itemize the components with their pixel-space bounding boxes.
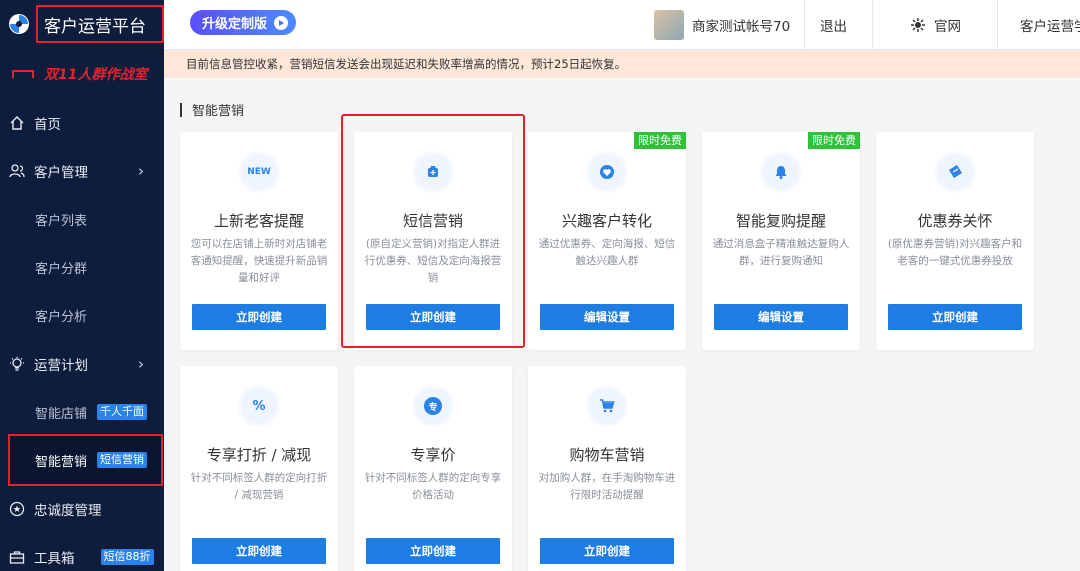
cart-icon [589, 388, 625, 424]
sidebar-item-label: 工具箱 [34, 551, 75, 567]
sidebar-item-customer-list[interactable]: 客户列表 [0, 199, 164, 239]
card-coupon-care: 优惠券关怀 (原优惠券营销)对兴趣客户和老客的一键式优惠券投放 立即创建 [876, 132, 1034, 350]
upgrade-label: 升级定制版 [202, 17, 268, 32]
bell-icon [763, 154, 799, 190]
logout-link[interactable]: 退出 [820, 0, 847, 50]
sidebar-item-label: 客户分析 [35, 309, 88, 325]
upgrade-button[interactable]: 升级定制版 [190, 10, 297, 35]
edit-settings-button[interactable]: 编辑设置 [714, 304, 848, 330]
learning-link[interactable]: 客户运营学 [1020, 0, 1080, 50]
card-exclusive-price: 专 专享价 针对不同标签人群的定向专享价格活动 立即创建 [354, 366, 512, 571]
card-description: 针对不同标签人群的定向专享价格活动 [364, 472, 502, 501]
create-button[interactable]: 立即创建 [888, 304, 1022, 330]
heart-icon [589, 154, 625, 190]
official-site-link[interactable]: 官网 [910, 0, 961, 50]
home-icon [6, 115, 28, 131]
card-description: 针对不同标签人群的定向打折 / 减现营销 [190, 472, 328, 501]
account-menu[interactable]: 商家测试帐号70 [654, 0, 790, 50]
card-interest-conversion: 限时免费 兴趣客户转化 通过优惠券、定向海报、短信触达兴趣人群 编辑设置 [528, 132, 686, 350]
sidebar-item-label: 智能店铺 [35, 406, 88, 422]
site-icon [910, 17, 926, 33]
card-title: 购物车营销 [569, 446, 645, 464]
new-icon: NEW [241, 154, 277, 190]
sidebar-item-smart-store[interactable]: 智能店铺 千人千面 [0, 392, 164, 432]
notice-banner: 目前信息管控收紧，营销短信发送会出现延迟和失败率增高的情况，预计25日起恢复。 [164, 50, 1080, 78]
sidebar-item-label: 客户列表 [35, 213, 88, 229]
star-icon [6, 501, 28, 517]
official-site-label: 官网 [934, 19, 961, 35]
new-icon-text: NEW [247, 167, 271, 177]
account-name: 商家测试帐号70 [692, 19, 791, 35]
promo-decoration [12, 70, 34, 78]
card-description: 通过消息盒子精准触达复购人群，进行复购通知 [712, 238, 850, 267]
card-description: 对加购人群，在手淘购物车进行限时活动提醒 [538, 472, 676, 501]
sidebar-item-label: 智能营销 [35, 454, 88, 470]
sidebar-item-loyalty[interactable]: 忠诚度管理 [0, 489, 164, 529]
sidebar-item-customer-analysis[interactable]: 客户分析 [0, 295, 164, 335]
chevron-right-icon: › [138, 162, 144, 180]
divider [872, 0, 873, 50]
brand-logo-icon [8, 13, 30, 35]
percent-icon-text: % [252, 398, 266, 414]
chevron-right-icon: › [138, 355, 144, 373]
limited-free-tag: 限时免费 [634, 132, 686, 149]
price-tag-icon: 专 [415, 388, 451, 424]
price-tag-icon-text: 专 [424, 397, 442, 415]
divider [804, 0, 805, 50]
highlight-box [341, 114, 525, 348]
promo-banner[interactable]: 双11人群作战室 [0, 48, 164, 100]
badge: 千人千面 [97, 404, 148, 420]
card-title: 优惠券关怀 [917, 212, 993, 230]
card-cart-marketing: 购物车营销 对加购人群，在手淘购物车进行限时活动提醒 立即创建 [528, 366, 686, 571]
sidebar-item-label: 首页 [34, 117, 61, 133]
create-button[interactable]: 立即创建 [540, 538, 674, 564]
brand: 客户运营平台 [0, 0, 164, 48]
sidebar-item-toolbox[interactable]: 工具箱 短信88折 [0, 537, 164, 571]
edit-settings-button[interactable]: 编辑设置 [540, 304, 674, 330]
card-description: 通过优惠券、定向海报、短信触达兴趣人群 [538, 238, 676, 267]
limited-free-tag: 限时免费 [808, 132, 860, 149]
card-title: 专享打折 / 减现 [206, 446, 312, 464]
sidebar-item-customer-segments[interactable]: 客户分群 [0, 247, 164, 287]
create-button[interactable]: 立即创建 [192, 304, 326, 330]
divider [997, 0, 998, 50]
play-icon [274, 15, 289, 30]
sidebar-item-label: 客户分群 [35, 261, 88, 277]
sidebar-item-label: 忠诚度管理 [34, 503, 102, 519]
section-title-text: 智能营销 [192, 104, 245, 119]
percent-icon: % [241, 388, 277, 424]
create-button[interactable]: 立即创建 [192, 538, 326, 564]
sidebar-item-customer-management[interactable]: 客户管理 › [0, 151, 164, 191]
sidebar-item-home[interactable]: 首页 [0, 103, 164, 143]
badge: 短信营销 [97, 452, 148, 468]
sidebar: 客户运营平台 双11人群作战室 首页 客户管理 › 客户列表 客户分群 客户分析… [0, 0, 164, 571]
promo-text: 双11人群作战室 [44, 67, 148, 83]
section-title: 智能营销 [180, 100, 244, 119]
bulb-icon [6, 356, 28, 372]
card-new-arrival-reminder: NEW 上新老客提醒 您可以在店铺上新时对店铺老客通知提醒，快速提升新品销量和好… [180, 132, 338, 350]
sidebar-item-label: 客户管理 [34, 165, 88, 181]
card-title: 专享价 [410, 446, 456, 464]
card-description: (原优惠券营销)对兴趣客户和老客的一键式优惠券投放 [887, 238, 1023, 267]
ticket-icon [937, 154, 973, 190]
card-title: 智能复购提醒 [735, 212, 826, 230]
avatar [654, 10, 684, 40]
badge: 短信88折 [100, 549, 154, 565]
top-bar: 升级定制版 商家测试帐号70 退出 官网 客户运营学 [164, 0, 1080, 50]
card-title: 兴趣客户转化 [561, 212, 652, 230]
brand-title[interactable]: 客户运营平台 [36, 5, 164, 43]
card-title: 上新老客提醒 [213, 212, 304, 230]
section-title-bar [180, 102, 182, 117]
sidebar-item-smart-marketing[interactable]: 智能营销 短信营销 [0, 440, 164, 480]
create-button[interactable]: 立即创建 [366, 538, 500, 564]
card-smart-repurchase: 限时免费 智能复购提醒 通过消息盒子精准触达复购人群，进行复购通知 编辑设置 [702, 132, 860, 350]
toolbox-icon [6, 549, 28, 565]
card-description: 您可以在店铺上新时对店铺老客通知提醒，快速提升新品销量和好评 [190, 238, 328, 284]
card-exclusive-discount: % 专享打折 / 减现 针对不同标签人群的定向打折 / 减现营销 立即创建 [180, 366, 338, 571]
sidebar-item-operation-plan[interactable]: 运营计划 › [0, 344, 164, 384]
sidebar-item-label: 运营计划 [34, 358, 88, 374]
users-icon [6, 163, 28, 179]
